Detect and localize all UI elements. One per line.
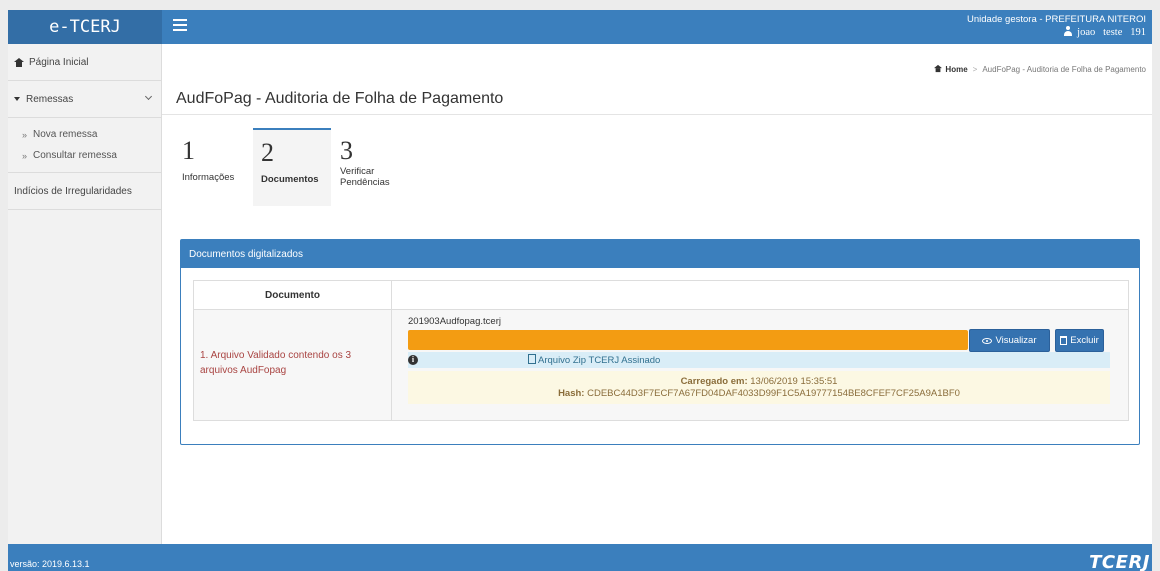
loaded-label: Carregado em: — [680, 376, 748, 387]
delete-button-label: Excluir — [1070, 335, 1099, 346]
double-chevron-icon: » — [22, 150, 28, 161]
delete-button[interactable]: Excluir — [1055, 329, 1104, 352]
breadcrumb-separator: > — [972, 65, 978, 74]
trash-icon — [1060, 336, 1068, 345]
breadcrumb: Home > AudFoPag - Auditoria de Folha de Pa… — [933, 64, 1146, 74]
table-header: Documento — [194, 281, 1128, 310]
documents-panel: Documentos digitalizados Documento 1. Ar… — [180, 239, 1140, 445]
chevron-down-icon — [144, 92, 153, 101]
sidebar-item-label: Indícios de Irregularidades — [14, 185, 132, 197]
sidebar-item-home[interactable]: Página Inicial — [8, 44, 161, 81]
zip-link-label: Arquivo Zip TCERJ Assinado — [538, 355, 661, 366]
upload-progress-bar — [408, 330, 968, 350]
step-label: Verificar Pendências — [340, 166, 390, 188]
info-bar: i Arquivo Zip TCERJ Assinado — [408, 352, 1110, 368]
breadcrumb-home-link[interactable]: Home — [945, 65, 967, 74]
step-number: 1 — [182, 136, 195, 165]
sidebar-item-label: Nova remessa — [33, 129, 98, 140]
wizard-step-verificar-pendencias[interactable]: 3 Verificar Pendências — [332, 128, 410, 206]
sidebar-item-label: Remessas — [26, 93, 74, 105]
document-details: 201903Audfopag.tcerj Visualizar Excluir … — [392, 310, 1128, 420]
step-number: 3 — [340, 136, 353, 165]
unit-label: Unidade gestora - PREFEITURA NITEROI — [967, 14, 1146, 25]
step-label: Documentos — [261, 174, 319, 185]
footer: versão: 2019.6.13.1 TCERJ — [8, 544, 1152, 571]
caret-down-icon — [14, 97, 20, 101]
menu-toggle-icon[interactable] — [173, 19, 187, 33]
view-button[interactable]: Visualizar — [969, 329, 1050, 352]
column-header-empty — [392, 281, 1128, 309]
user-icon — [1063, 26, 1073, 36]
breadcrumb-current: AudFoPag - Auditoria de Folha de Pagamen… — [982, 65, 1146, 74]
main-content: Home > AudFoPag - Auditoria de Folha de Pa… — [162, 44, 1152, 544]
double-chevron-icon: » — [22, 129, 28, 140]
home-icon — [14, 57, 24, 67]
sidebar-item-consultar-remessa[interactable]: » Consultar remessa — [8, 145, 161, 166]
panel-title: Documentos digitalizados — [181, 240, 1139, 268]
step-label: Informações — [182, 172, 235, 183]
home-icon — [934, 64, 943, 73]
document-label: 1. Arquivo Validado contendo os 3 arquiv… — [194, 310, 392, 420]
brand-logo[interactable]: e-TCERJ — [8, 10, 162, 44]
sidebar-item-indicios[interactable]: Indícios de Irregularidades — [8, 173, 161, 210]
hash-label: Hash: — [558, 388, 585, 399]
sidebar: Página Inicial Remessas » Nova remessa »… — [8, 44, 162, 544]
sidebar-item-label: Página Inicial — [29, 56, 89, 68]
file-metadata: Carregado em: 13/06/2019 15:35:51 Hash: … — [408, 371, 1110, 404]
step-number: 2 — [261, 138, 274, 167]
table-row: 1. Arquivo Validado contendo os 3 arquiv… — [194, 310, 1128, 420]
documents-table: Documento 1. Arquivo Validado contendo o… — [193, 280, 1129, 421]
sidebar-item-label: Consultar remessa — [33, 150, 117, 161]
sidebar-item-remessas[interactable]: Remessas — [8, 81, 161, 118]
info-icon: i — [408, 355, 418, 365]
file-zip-icon — [528, 354, 536, 364]
user-menu[interactable]: joao teste 191 — [967, 26, 1146, 39]
tcerj-logo: TCERJ — [1089, 552, 1150, 571]
page-title: AudFoPag - Auditoria de Folha de Pagamen… — [176, 90, 504, 107]
wizard-step-documentos[interactable]: 2 Documentos — [253, 128, 331, 206]
loaded-value: 13/06/2019 15:35:51 — [750, 376, 838, 387]
version-label: versão: 2019.6.13.1 — [10, 559, 90, 569]
eye-icon — [982, 337, 993, 344]
view-button-label: Visualizar — [995, 335, 1037, 346]
file-name: 201903Audfopag.tcerj — [408, 316, 501, 327]
hash-value: CDEBC44D3F7ECF7A67FD04DAF4033D99F1C5A197… — [587, 388, 960, 399]
title-divider — [162, 114, 1152, 115]
column-header-documento: Documento — [194, 281, 392, 309]
sidebar-submenu-remessas: » Nova remessa » Consultar remessa — [8, 118, 161, 173]
user-info: Unidade gestora - PREFEITURA NITEROI joa… — [967, 13, 1146, 39]
sidebar-item-nova-remessa[interactable]: » Nova remessa — [8, 124, 161, 145]
zip-download-link[interactable]: Arquivo Zip TCERJ Assinado — [528, 354, 660, 366]
user-name: joao teste 191 — [1077, 27, 1146, 38]
top-navbar: e-TCERJ Unidade gestora - PREFEITURA NIT… — [8, 10, 1152, 44]
wizard-step-informacoes[interactable]: 1 Informações — [174, 128, 252, 206]
